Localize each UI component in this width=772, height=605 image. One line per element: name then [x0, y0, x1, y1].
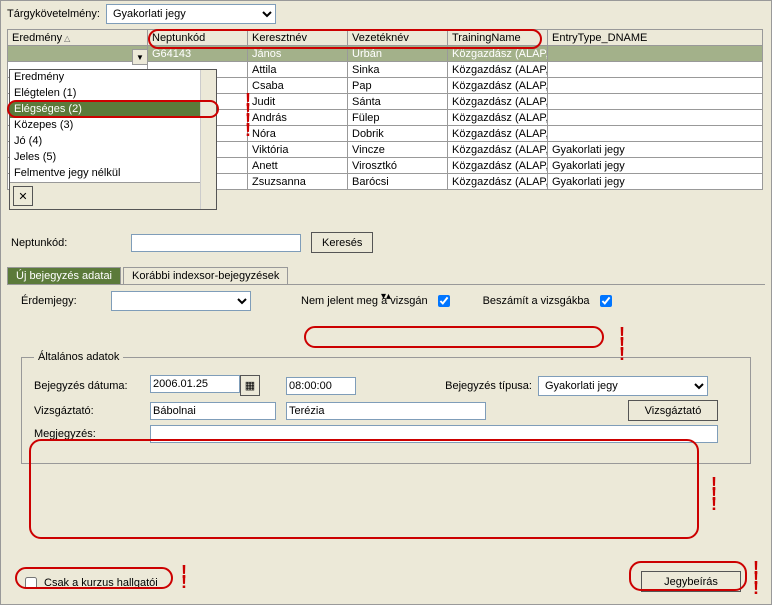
examiner-label: Vizsgáztató: — [34, 405, 144, 417]
requirement-select[interactable]: Gyakorlati jegy — [106, 4, 276, 24]
search-button[interactable]: Keresés — [311, 232, 373, 253]
write-grade-button[interactable]: Jegybeírás — [641, 571, 741, 592]
entry-date-label: Bejegyzés dátuma: — [34, 380, 144, 392]
examiner-button[interactable]: Vizsgáztató — [628, 400, 718, 421]
entry-time-input[interactable] — [286, 377, 356, 395]
tab-previous-entries[interactable]: Korábbi indexsor-bejegyzések — [123, 267, 288, 284]
col-entrytype[interactable]: EntryType_DNAME — [548, 30, 763, 46]
grade-label: Érdemjegy: — [21, 295, 111, 307]
calendar-icon[interactable]: ▦ — [240, 375, 260, 396]
neptunkod-label: Neptunkód: — [11, 237, 131, 249]
examiner-last-input[interactable] — [150, 402, 276, 420]
note-input[interactable] — [150, 425, 718, 443]
fieldset-legend: Általános adatok — [34, 351, 123, 363]
close-list-button[interactable]: ✕ — [13, 186, 33, 206]
entry-type-label: Bejegyzés típusa: — [422, 380, 532, 392]
grade-select[interactable] — [111, 291, 251, 311]
list-item[interactable]: Jeles (5) — [10, 150, 216, 166]
counts-checkbox[interactable] — [600, 295, 612, 307]
noshow-label: Nem jelent meg a vizsgán — [301, 295, 428, 307]
scrollbar[interactable] — [200, 70, 216, 209]
alert-icon: ! — [711, 499, 717, 509]
col-neptunkod[interactable]: Neptunkód — [148, 30, 248, 46]
sort-asc-icon: △ — [64, 34, 70, 43]
list-item[interactable]: Elégtelen (1) — [10, 86, 216, 102]
entry-date-input[interactable] — [150, 375, 240, 393]
neptunkod-input[interactable] — [131, 234, 301, 252]
table-row[interactable]: G64143JánosUrbánKözgazdász (ALAP,N — [8, 46, 763, 62]
requirement-label: Tárgykövetelmény: — [7, 8, 100, 20]
eredmeny-dropdown-list: Eredmény Elégtelen (1) Elégséges (2) Köz… — [9, 69, 217, 210]
list-item[interactable]: Jó (4) — [10, 134, 216, 150]
col-vezeteknev[interactable]: Vezetéknév — [348, 30, 448, 46]
alert-icon: ! — [245, 125, 251, 135]
list-item[interactable]: Eredmény — [10, 70, 216, 86]
entry-type-select[interactable]: Gyakorlati jegy — [538, 376, 708, 396]
counts-label: Beszámít a vizsgákba — [483, 295, 590, 307]
note-label: Megjegyzés: — [34, 428, 144, 440]
examiner-first-input[interactable] — [286, 402, 486, 420]
general-data-fieldset: Általános adatok Bejegyzés dátuma: ▦ Bej… — [21, 351, 751, 464]
only-course-checkbox[interactable] — [25, 577, 37, 589]
tab-new-entry[interactable]: Új bejegyzés adatai — [7, 267, 121, 284]
alert-icon: ! — [619, 349, 625, 359]
noshow-checkbox[interactable] — [438, 295, 450, 307]
eredmeny-cell-dropdown-icon[interactable]: ▼ — [132, 49, 148, 65]
list-item[interactable]: Elégséges (2) — [10, 102, 216, 118]
list-item[interactable]: Felmentve jegy nélkül — [10, 166, 216, 182]
col-eredmeny[interactable]: Eredmény△ — [8, 30, 148, 46]
col-trainingname[interactable]: TrainingName — [448, 30, 548, 46]
alert-icon: ! — [181, 577, 187, 587]
col-keresztnev[interactable]: Keresztnév — [248, 30, 348, 46]
only-course-label: Csak a kurzus hallgatói — [44, 577, 158, 589]
list-item[interactable]: Közepes (3) — [10, 118, 216, 134]
alert-icon: ! — [753, 583, 759, 593]
